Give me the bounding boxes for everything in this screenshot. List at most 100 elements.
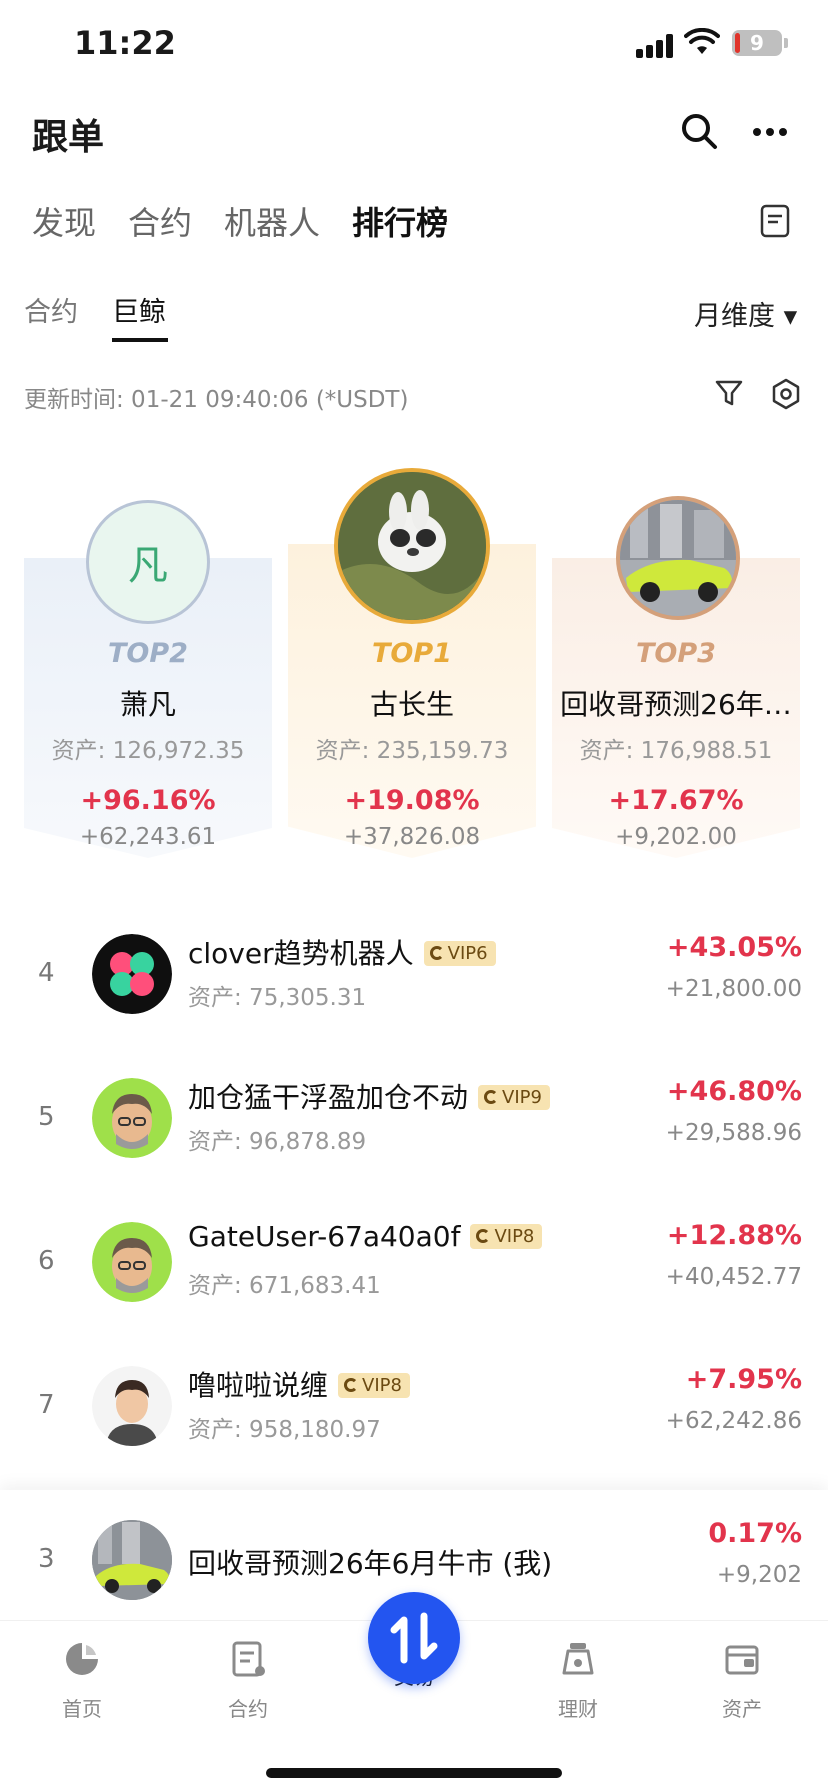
trader-name-text: clover趋势机器人 [188,937,414,970]
leaderboard-row-7[interactable]: 7 噜啦啦说缠 VIP8 资产: 958,180.97 +7.95% +62,24… [0,1352,828,1462]
nav-contract-label: 合约 [228,1697,268,1721]
rabbit-photo [338,472,486,620]
top1-pct: +19.08% [344,785,480,816]
rank-number: 7 [38,1390,55,1420]
page-title: 跟单 [32,117,105,158]
trader-asset: 资产: 75,305.31 [188,985,367,1011]
nav-assets[interactable]: 资产 [682,1639,802,1722]
nav-finance-label: 理财 [558,1697,598,1721]
wallet-icon [725,1645,759,1675]
rank-number: 6 [38,1246,55,1276]
trader-name: 加仓猛干浮盈加仓不动 VIP9 [188,1076,550,1116]
document-icon[interactable] [760,204,790,238]
tab-bot[interactable]: 机器人 [224,198,320,244]
top3-name: 回收哥预测26年… [560,688,792,721]
avatar-top3[interactable] [616,496,740,620]
my-avatar[interactable] [92,1520,172,1600]
active-tab-underline [112,338,168,342]
leaderboard-row-4[interactable]: 4 clover趋势机器人 VIP6 资产: 75,305.31 +43.05% … [0,920,828,1030]
top2-name: 萧凡 [119,688,176,721]
tab-contract[interactable]: 合约 [128,198,192,244]
top3-pnl: +9,202.00 [615,824,737,850]
avatar-user[interactable] [92,1222,172,1302]
settings-icon[interactable] [770,378,802,410]
trader-name-text: 加仓猛干浮盈加仓不动 [188,1081,469,1114]
vip-icon [429,946,444,960]
avatar-user[interactable] [92,1366,172,1446]
leaderboard-row-5[interactable]: 5 加仓猛干浮盈加仓不动 VIP9 资产: 96,878.89 +46.80% +… [0,1064,828,1174]
vip-badge: VIP8 [470,1224,543,1249]
trader-pnl: +21,800.00 [665,976,802,1002]
trader-pnl: +29,588.96 [665,1120,802,1146]
leaderboard-row-6[interactable]: 6 GateUser-67a40a0f VIP8 资产: 671,683.41 +… [0,1208,828,1318]
trader-name-text: GateUser-67a40a0f [188,1220,461,1253]
trader-name: 噜啦啦说缠 VIP8 [188,1364,410,1404]
nav-assets-label: 资产 [722,1697,762,1721]
avatar-user[interactable] [92,1078,172,1158]
dimension-dropdown[interactable]: 月维度 ▾ [694,294,797,333]
subtab-whale[interactable]: 巨鲸 [112,290,166,329]
avatar-top1[interactable] [334,468,490,624]
top3-label: TOP3 [636,638,716,669]
more-options-icon[interactable] [752,120,788,144]
battery-icon: 9 [732,30,788,56]
avatar-top2-char: 凡 [128,543,168,589]
trader-asset: 资产: 96,878.89 [188,1129,367,1155]
trader-asset: 资产: 671,683.41 [188,1273,381,1299]
vip-badge: VIP9 [478,1085,550,1110]
update-time: 更新时间: 01-21 09:40:06 (*USDT) [24,387,409,413]
vip-level: VIP6 [447,943,488,964]
trader-pct: +12.88% [666,1220,802,1251]
nav-home-label: 首页 [62,1697,102,1721]
finance-icon [562,1643,594,1675]
top1-asset: 资产: 235,159.73 [315,738,509,764]
trade-button[interactable] [368,1592,460,1684]
home-indicator [266,1768,562,1778]
home-icon [66,1643,98,1675]
nav-home[interactable]: 首页 [22,1639,142,1722]
top3-asset: 资产: 176,988.51 [579,738,773,764]
top2-label: TOP2 [108,638,188,669]
vip-level: VIP9 [502,1087,542,1108]
avatar-top2[interactable]: 凡 [86,500,210,624]
vip-level: VIP8 [362,1375,402,1396]
avatar-clover[interactable] [92,934,172,1014]
top1-name: 古长生 [369,688,454,721]
swap-arrows-icon [390,1612,438,1664]
rank-number: 5 [38,1102,55,1132]
vip-icon [484,1090,499,1104]
vip-badge: VIP6 [423,941,496,966]
trader-name: clover趋势机器人 VIP6 [188,932,496,972]
vip-badge: VIP8 [338,1373,410,1398]
tab-discover[interactable]: 发现 [32,198,96,244]
contract-icon [232,1641,265,1677]
my-pct: 0.17% [708,1518,802,1549]
top1-label: TOP1 [372,638,452,669]
battery-level: 9 [750,31,764,55]
rank-number: 4 [38,958,55,988]
nav-finance[interactable]: 理财 [518,1639,638,1722]
my-name: 回收哥预测26年6月牛市 (我) [188,1547,553,1580]
top1-pnl: +37,826.08 [343,824,481,850]
search-icon[interactable] [680,112,718,150]
tab-leaderboard[interactable]: 排行榜 [352,198,448,244]
cellular-signal-icon [636,34,676,58]
trader-name: GateUser-67a40a0f VIP8 [188,1220,543,1253]
trader-pct: +43.05% [666,932,802,963]
top2-pnl: +62,243.61 [79,824,217,850]
car-photo [620,500,736,616]
vip-icon [476,1229,491,1243]
trader-pnl: +62,242.86 [665,1408,802,1434]
trader-asset: 资产: 958,180.97 [188,1417,381,1443]
top3-pct: +17.67% [608,785,744,816]
status-time: 11:22 [74,24,176,62]
filter-icon[interactable] [714,378,744,408]
subtab-contract[interactable]: 合约 [24,290,78,329]
trader-pnl: +40,452.77 [665,1264,802,1290]
my-pnl: +9,202 [716,1562,802,1588]
vip-level: VIP8 [494,1226,535,1247]
nav-contract[interactable]: 合约 [188,1639,308,1722]
my-rank-number: 3 [38,1544,55,1574]
status-bar: 11:22 9 [0,0,828,90]
trader-pct: +46.80% [666,1076,802,1107]
